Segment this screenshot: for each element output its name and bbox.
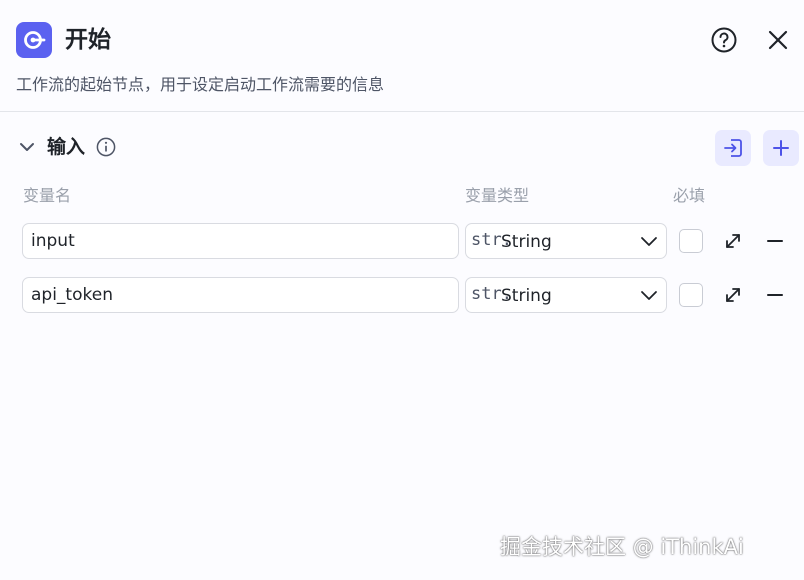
start-node-icon [16,22,52,58]
chevron-down-icon [641,291,657,300]
start-node-panel: 开始 工作流的起始节点，用于设定启动工作流需要的信息 输入 变量名 变量类型 必… [0,0,804,580]
node-title: 开始 [65,27,111,53]
close-button[interactable] [765,27,791,53]
help-button[interactable] [710,26,738,54]
info-circle-icon[interactable] [96,137,116,157]
variable-name-input[interactable] [22,277,459,313]
minus-icon [767,240,783,242]
expand-icon [726,234,740,248]
column-header-name: 变量名 [23,186,72,205]
chevron-down-icon [641,237,657,246]
variable-name-input[interactable] [22,223,459,259]
node-description: 工作流的起始节点，用于设定启动工作流需要的信息 [16,75,385,94]
minus-icon [767,294,783,296]
watermark: 掘金技术社区 @ iThinkAi [500,535,744,559]
add-variable-button[interactable] [763,130,799,166]
variable-row: str. String [0,223,804,259]
chevron-down-icon [20,143,34,151]
expand-button[interactable] [722,284,744,306]
remove-variable-button[interactable] [765,230,785,252]
import-variables-button[interactable] [715,130,751,166]
type-value: String [501,232,552,252]
expand-button[interactable] [722,230,744,252]
plus-icon [773,140,789,156]
variable-row: str. String [0,277,804,313]
type-value: String [501,286,552,306]
import-icon [724,139,742,157]
required-checkbox[interactable] [679,283,703,307]
column-header-required: 必填 [673,186,706,205]
variable-type-select[interactable]: str. String [465,277,667,313]
section-title-inputs: 输入 [47,136,86,158]
close-icon [768,30,788,50]
panel-header: 开始 工作流的起始节点，用于设定启动工作流需要的信息 [0,0,804,112]
section-collapse-toggle[interactable] [16,136,38,158]
column-header-type: 变量类型 [465,186,530,205]
question-circle-icon [711,27,737,53]
required-checkbox[interactable] [679,229,703,253]
expand-icon [726,288,740,302]
variable-type-select[interactable]: str. String [465,223,667,259]
remove-variable-button[interactable] [765,284,785,306]
